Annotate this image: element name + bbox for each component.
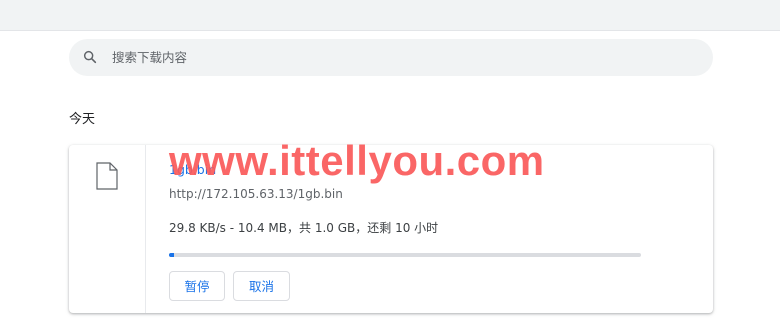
search-bar[interactable]: 搜索下载内容 — [69, 39, 713, 76]
download-progress-fill — [169, 253, 174, 257]
cancel-button[interactable]: 取消 — [233, 271, 290, 301]
download-status-text: 29.8 KB/s - 10.4 MB，共 1.0 GB，还剩 10 小时 — [169, 221, 439, 235]
date-section-title: 今天 — [69, 112, 96, 127]
download-source-url[interactable]: http://172.105.63.13/1gb.bin — [169, 185, 343, 203]
pause-button[interactable]: 暂停 — [169, 271, 225, 301]
search-icon — [83, 50, 97, 64]
search-input[interactable]: 搜索下载内容 — [112, 39, 187, 76]
file-icon — [96, 162, 118, 190]
download-progress-bar — [169, 253, 641, 257]
download-item-card: 1gb.bin http://172.105.63.13/1gb.bin 29.… — [69, 145, 713, 313]
file-icon-column — [69, 145, 146, 313]
download-filename-link[interactable]: 1gb.bin — [169, 161, 216, 179]
top-toolbar — [0, 0, 780, 31]
